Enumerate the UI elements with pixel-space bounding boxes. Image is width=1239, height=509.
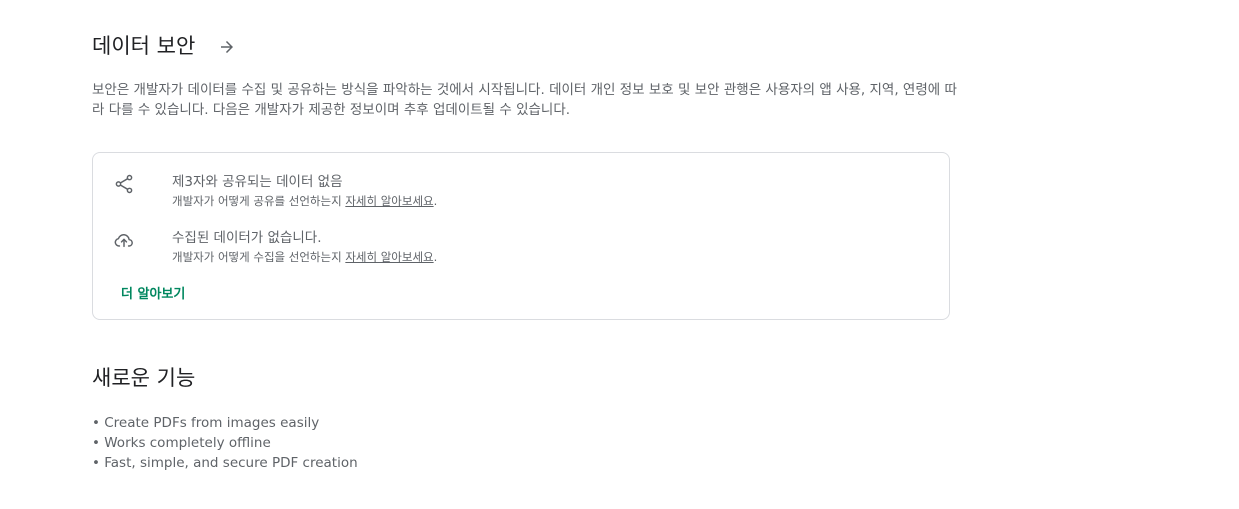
learn-more-button[interactable]: 더 알아보기 bbox=[121, 283, 185, 302]
data-sharing-learn-link[interactable]: 자세히 알아보세요 bbox=[345, 194, 433, 208]
data-collection-subtitle-suffix: . bbox=[433, 250, 438, 264]
data-safety-arrow-button[interactable] bbox=[212, 32, 242, 62]
data-safety-description: 보안은 개발자가 데이터를 수집 및 공유하는 방식을 파악하는 것에서 시작됩… bbox=[92, 82, 957, 118]
data-sharing-subtitle: 개발자가 어떻게 공유를 선언하는지 자세히 알아보세요. bbox=[172, 193, 437, 209]
cloud-upload-icon bbox=[114, 234, 133, 248]
share-icon bbox=[115, 174, 133, 194]
whats-new-item: • Create PDFs from images easily bbox=[92, 415, 320, 431]
data-collection-learn-link[interactable]: 자세히 알아보세요 bbox=[345, 250, 433, 264]
data-sharing-subtitle-text: 개발자가 어떻게 공유를 선언하는지 bbox=[172, 194, 346, 208]
whats-new-title: 새로운 기능 bbox=[92, 366, 196, 390]
data-sharing-subtitle-suffix: . bbox=[433, 194, 438, 208]
data-collection-subtitle-text: 개발자가 어떻게 수집을 선언하는지 bbox=[172, 250, 346, 264]
data-safety-card: 제3자와 공유되는 데이터 없음 개발자가 어떻게 공유를 선언하는지 자세히 … bbox=[92, 152, 950, 320]
data-safety-title: 데이터 보안 bbox=[92, 34, 196, 58]
whats-new-list: • Create PDFs from images easily • Works… bbox=[92, 413, 358, 473]
whats-new-item: • Works completely offline bbox=[92, 435, 271, 451]
data-collection-title: 수집된 데이터가 없습니다. bbox=[172, 230, 322, 246]
whats-new-item: • Fast, simple, and secure PDF creation bbox=[92, 455, 358, 471]
data-collection-subtitle: 개발자가 어떻게 수집을 선언하는지 자세히 알아보세요. bbox=[172, 249, 437, 265]
data-sharing-title: 제3자와 공유되는 데이터 없음 bbox=[172, 174, 343, 190]
arrow-right-icon bbox=[221, 41, 233, 53]
